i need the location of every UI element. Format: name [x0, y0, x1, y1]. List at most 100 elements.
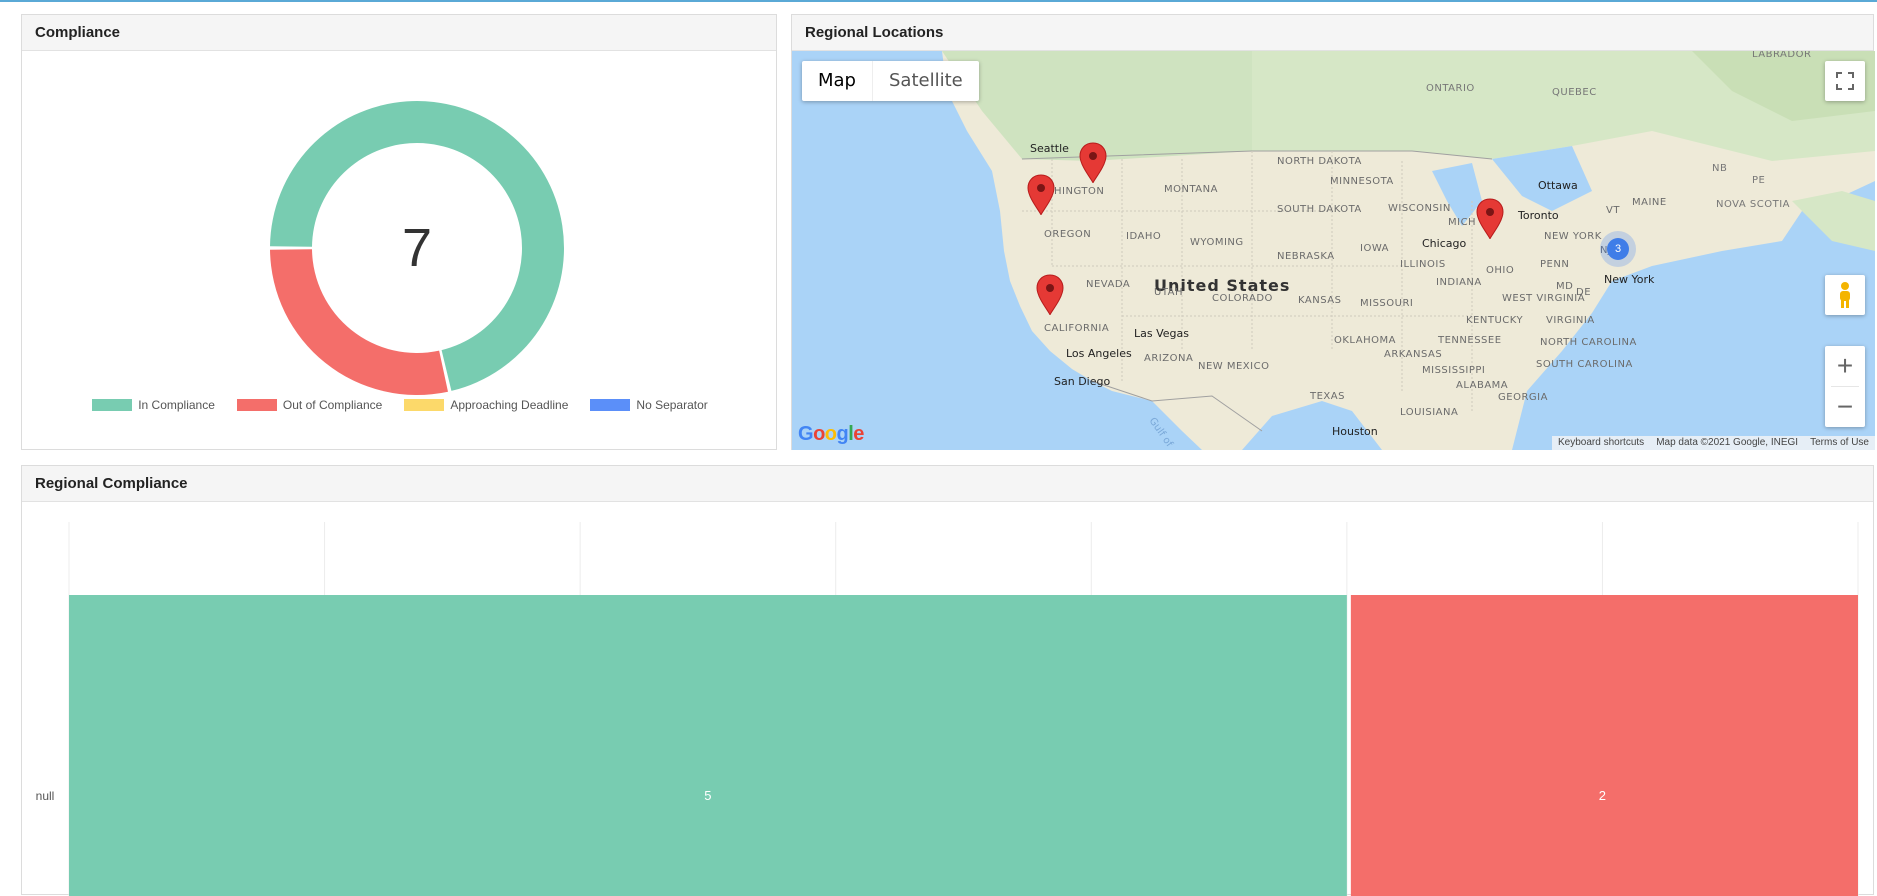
- pegman-icon: [1840, 282, 1850, 308]
- map-label-north-dakota: NORTH DAKOTA: [1277, 156, 1362, 167]
- legend-label: In Compliance: [138, 398, 215, 412]
- bar-value-label: 5: [704, 788, 711, 803]
- street-view-button[interactable]: [1825, 275, 1865, 315]
- legend-item-in-compliance[interactable]: In Compliance: [92, 398, 215, 412]
- location-marker-icon[interactable]: [1026, 173, 1056, 217]
- map-label-arizona: ARIZONA: [1144, 353, 1194, 364]
- legend-item-approaching-deadline[interactable]: Approaching Deadline: [404, 398, 568, 412]
- cluster-count: 3: [1607, 238, 1629, 260]
- terms-of-use-link[interactable]: Terms of Use: [1804, 436, 1875, 450]
- map-label-mich: MICH: [1448, 217, 1477, 228]
- map-label-iowa: IOWA: [1360, 243, 1390, 254]
- map-label-labrador: LABRADOR: [1752, 51, 1812, 60]
- map-label-san-diego: San Diego: [1054, 375, 1111, 388]
- map-label-tennessee: TENNESSEE: [1438, 335, 1502, 346]
- map-label-mississippi: MISSISSIPPI: [1422, 365, 1486, 376]
- map-label-nevada: NEVADA: [1086, 279, 1131, 290]
- map-label-north-carolina: NORTH CAROLINA: [1540, 337, 1637, 348]
- regional-compliance-chart: null 5 2: [36, 522, 1859, 896]
- regional-compliance-title: Regional Compliance: [22, 466, 1873, 502]
- google-logo-letter: g: [836, 423, 849, 445]
- map-label-louisiana: LOUISIANA: [1400, 407, 1459, 418]
- google-logo-letter: o: [824, 423, 837, 445]
- map-label-toronto: Toronto: [1518, 209, 1559, 222]
- map-label-ontario: ONTARIO: [1426, 83, 1475, 94]
- map-canvas[interactable]: United States WASHINGTON OREGON IDAHO MO…: [792, 51, 1875, 450]
- legend-swatch: [92, 399, 133, 411]
- map-label-md: MD: [1556, 281, 1574, 292]
- map-label-maine: MAINE: [1632, 197, 1667, 208]
- map-label-alabama: ALABAMA: [1456, 380, 1509, 391]
- map-label-penn: PENN: [1540, 259, 1570, 270]
- map-label-georgia: GEORGIA: [1498, 392, 1548, 403]
- zoom-in-button[interactable]: +: [1825, 346, 1865, 386]
- map-label-ottawa: Ottawa: [1538, 179, 1578, 192]
- map-label-idaho: IDAHO: [1126, 231, 1162, 242]
- legend-label: Approaching Deadline: [450, 398, 569, 412]
- map-label-vt: VT: [1606, 205, 1620, 216]
- map-label-virginia: VIRGINIA: [1546, 315, 1595, 326]
- google-logo-letter: G: [798, 423, 814, 445]
- top-accent-line: [0, 0, 1877, 2]
- map-label-houston: Houston: [1332, 425, 1378, 438]
- map-type-map-button[interactable]: Map: [802, 61, 872, 101]
- map-label-kansas: KANSAS: [1298, 295, 1342, 306]
- map-label-chicago: Chicago: [1422, 237, 1467, 250]
- compliance-title: Compliance: [22, 15, 776, 51]
- fullscreen-icon: [1836, 72, 1854, 90]
- location-marker-icon[interactable]: [1078, 141, 1108, 185]
- legend-item-no-separator[interactable]: No Separator: [590, 398, 708, 412]
- map-label-utah: UTAH: [1154, 287, 1184, 298]
- map-label-oklahoma: OKLAHOMA: [1334, 335, 1396, 346]
- map-type-satellite-button[interactable]: Satellite: [872, 61, 979, 101]
- map-label-oregon: OREGON: [1044, 229, 1092, 240]
- location-marker-icon[interactable]: [1035, 273, 1065, 317]
- compliance-panel: Compliance 7 In Compliance Out of Complia…: [21, 14, 777, 450]
- map-label-missouri: MISSOURI: [1360, 298, 1414, 309]
- map-label-colorado: COLORADO: [1212, 293, 1273, 304]
- map-label-de: DE: [1576, 287, 1592, 298]
- zoom-control: + −: [1825, 346, 1865, 427]
- map-label-las-vegas: Las Vegas: [1134, 327, 1189, 340]
- legend-swatch: [236, 399, 277, 411]
- donut-total: 7: [401, 218, 433, 278]
- map-label-wisconsin: WISCONSIN: [1388, 203, 1451, 214]
- fullscreen-button[interactable]: [1825, 61, 1865, 101]
- google-logo[interactable]: Google: [798, 423, 864, 446]
- location-marker-icon[interactable]: [1475, 197, 1505, 241]
- map-label-quebec: QUEBEC: [1552, 87, 1597, 98]
- compliance-donut: 7: [252, 83, 582, 413]
- google-logo-letter: e: [853, 423, 864, 445]
- map-label-illinois: ILLINOIS: [1400, 259, 1446, 270]
- map-label-montana: MONTANA: [1164, 184, 1218, 195]
- plus-icon: +: [1836, 350, 1854, 381]
- map-label-nebraska: NEBRASKA: [1277, 251, 1335, 262]
- regional-locations-title: Regional Locations: [792, 15, 1873, 51]
- map-label-nb: NB: [1712, 163, 1728, 174]
- map-label-new-york-city: New York: [1604, 273, 1655, 286]
- map-type-control: Map Satellite: [802, 61, 979, 101]
- legend-item-out-of-compliance[interactable]: Out of Compliance: [236, 398, 382, 412]
- map-label-california: CALIFORNIA: [1044, 323, 1110, 334]
- map-data-text: Map data ©2021 Google, INEGI: [1656, 437, 1799, 448]
- bar-segment[interactable]: [1350, 595, 1858, 896]
- google-logo-letter: o: [813, 423, 825, 445]
- regional-compliance-panel: Regional Compliance null 5 2: [21, 465, 1874, 896]
- map-label-pe: PE: [1752, 175, 1766, 186]
- legend-swatch: [590, 399, 631, 411]
- marker-cluster[interactable]: 3: [1600, 231, 1636, 267]
- compliance-legend: In Compliance Out of Compliance Approachin…: [22, 398, 778, 412]
- regional-locations-panel: Regional Locations United States WASHING…: [791, 14, 1875, 450]
- bar-segment[interactable]: [69, 595, 1347, 896]
- map-label-arkansas: ARKANSAS: [1384, 349, 1443, 360]
- keyboard-shortcuts-link[interactable]: Keyboard shortcuts: [1552, 436, 1650, 450]
- map-label-ohio: OHIO: [1486, 265, 1515, 276]
- legend-swatch: [404, 399, 445, 411]
- google-logo-text: Google: [798, 423, 864, 445]
- map-label-texas: TEXAS: [1310, 391, 1345, 402]
- map-label-indiana: INDIANA: [1436, 277, 1482, 288]
- legend-label: No Separator: [636, 398, 708, 412]
- map-label-minnesota: MINNESOTA: [1330, 176, 1394, 187]
- map-label-west-virginia: WEST VIRGINIA: [1502, 293, 1586, 304]
- zoom-out-button[interactable]: −: [1825, 387, 1865, 427]
